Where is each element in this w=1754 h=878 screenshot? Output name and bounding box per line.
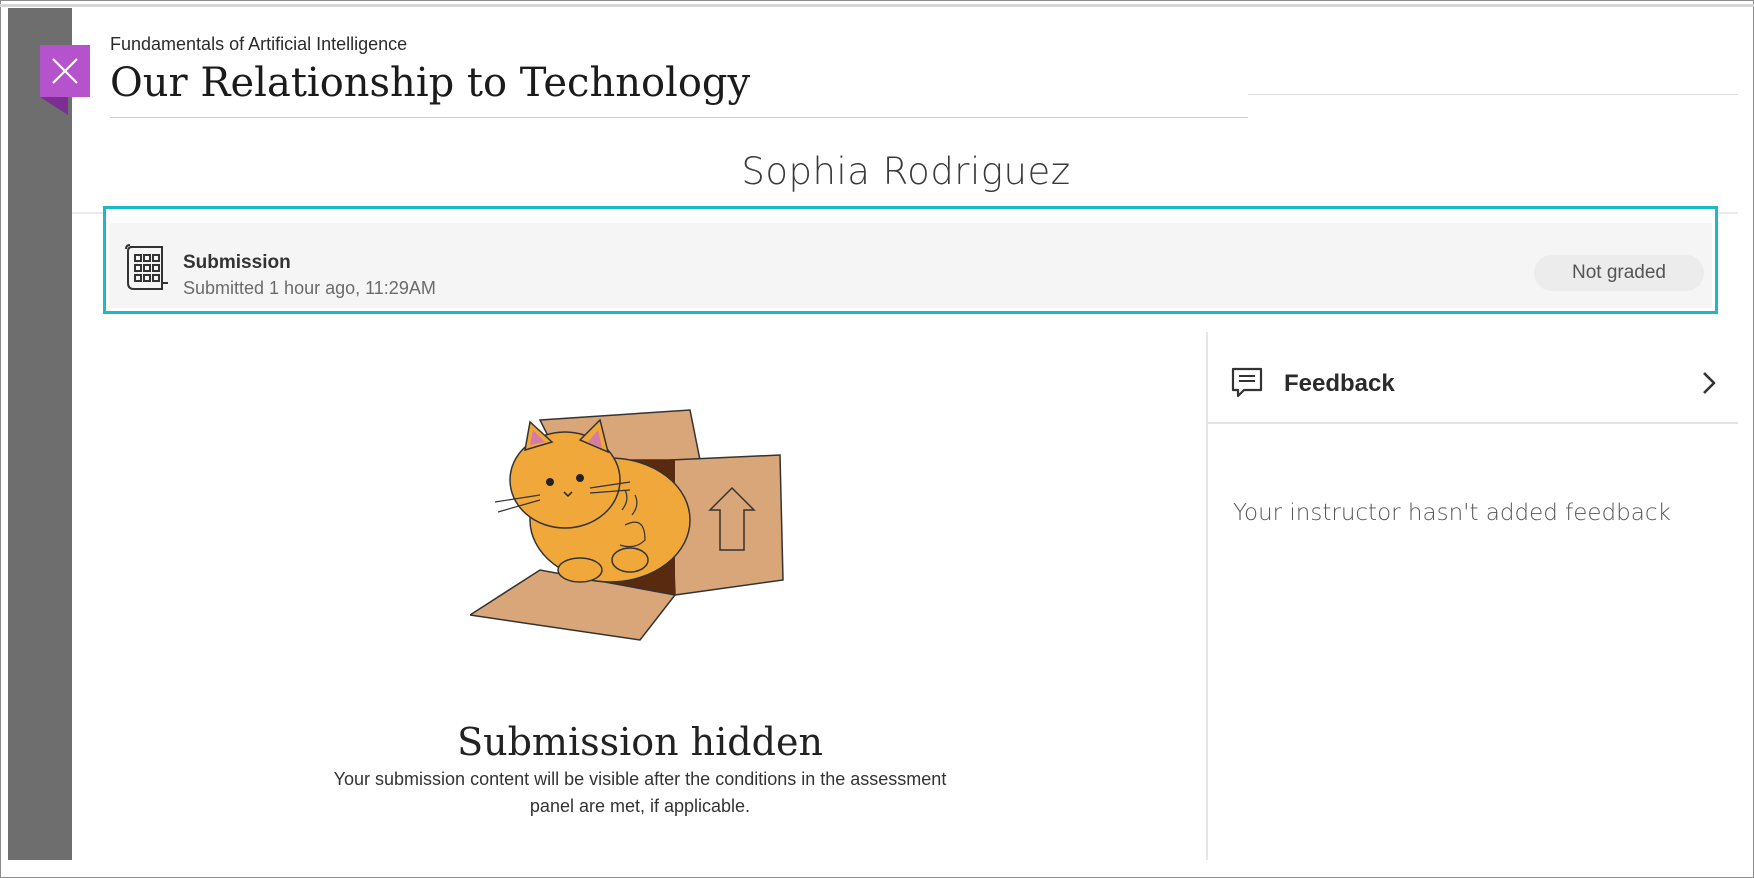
feedback-panel-header[interactable]: Feedback	[1208, 332, 1738, 424]
submission-bar[interactable]: Submission Submitted 1 hour ago, 11:29AM…	[103, 206, 1718, 314]
top-divider	[0, 4, 1754, 7]
grade-status-badge: Not graded	[1534, 255, 1704, 291]
comment-icon	[1231, 367, 1263, 398]
course-name: Fundamentals of Artificial Intelligence	[110, 34, 408, 54]
left-rail	[8, 8, 72, 860]
document-grid-icon	[125, 244, 168, 290]
student-name: Sophia Rodriguez	[741, 150, 1071, 193]
header-rule	[1248, 94, 1738, 95]
submission-timestamp: Submitted 1 hour ago, 11:29AM	[183, 278, 436, 298]
feedback-empty-message: Your instructor hasn't added feedback	[1233, 500, 1671, 526]
chevron-right-icon[interactable]	[1698, 370, 1720, 396]
submission-hidden-description: Your submission content will be visible …	[333, 769, 947, 816]
page-title: Our Relationship to Technology	[110, 60, 751, 106]
cat-in-box-illustration	[470, 409, 784, 641]
feedback-heading: Feedback	[1284, 370, 1395, 397]
submission-hidden-title: Submission hidden	[457, 720, 823, 764]
title-underline	[110, 117, 1248, 118]
submission-bar-inner: Submission Submitted 1 hour ago, 11:29AM…	[109, 223, 1712, 308]
close-icon	[52, 58, 78, 84]
submission-label: Submission	[183, 252, 291, 273]
close-button[interactable]	[40, 45, 90, 97]
close-button-fold	[40, 97, 68, 115]
